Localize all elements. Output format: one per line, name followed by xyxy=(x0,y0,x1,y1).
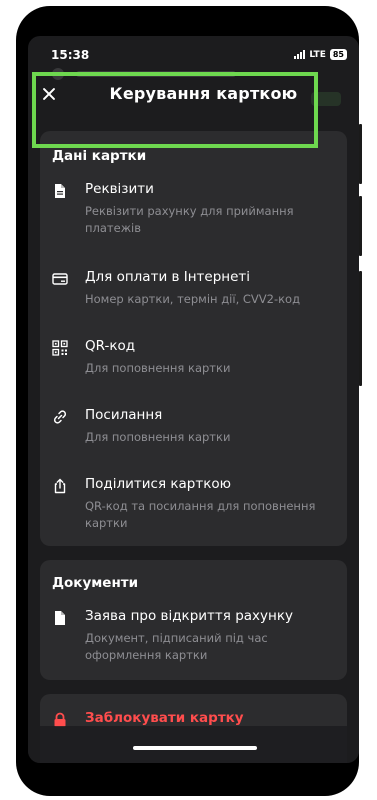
battery-icon: 85 xyxy=(329,49,347,60)
documents-section: Документи Заява про відкриття рахунку До… xyxy=(40,560,347,680)
home-indicator[interactable] xyxy=(133,746,257,750)
card-details-section: Дані картки Реквізити Реквізити рахунку … xyxy=(40,131,347,546)
menu-item-qr-code[interactable]: QR-код Для поповнення картки xyxy=(40,338,347,380)
highlight-frame xyxy=(32,72,318,148)
menu-item-label: Реквізити xyxy=(85,181,154,197)
section-title-documents: Документи xyxy=(52,575,139,591)
volume-up-button xyxy=(359,124,362,184)
section-title-card-details: Дані картки xyxy=(52,148,147,164)
document-icon xyxy=(52,183,68,199)
menu-item-description: Номер картки, термін дії, CVV2-код xyxy=(85,292,301,306)
card-icon xyxy=(52,271,68,287)
menu-item-description: Документ, підписаний під час оформлення … xyxy=(85,631,268,662)
menu-item-account-application[interactable]: Заява про відкриття рахунку Документ, пі… xyxy=(40,608,347,668)
network-label: LTE xyxy=(309,49,326,60)
volume-down-button xyxy=(359,196,362,256)
status-indicators: LTE 85 xyxy=(294,49,347,60)
menu-item-label: Заява про відкриття рахунку xyxy=(85,608,293,624)
menu-item-label: Поділитися карткою xyxy=(85,476,232,492)
menu-item-description: QR-код та посилання для поповнення картк… xyxy=(85,499,316,530)
document-icon xyxy=(52,610,68,626)
qr-code-icon xyxy=(52,340,68,356)
menu-item-description: Для поповнення картки xyxy=(85,361,231,375)
side-button xyxy=(359,271,362,331)
status-time: 15:38 xyxy=(51,48,90,62)
bottom-overlay xyxy=(28,726,359,763)
signal-icon xyxy=(294,50,306,59)
menu-item-share-card[interactable]: Поділитися карткою QR-код та посилання д… xyxy=(40,476,347,536)
menu-item-link[interactable]: Посилання Для поповнення картки xyxy=(40,407,347,449)
menu-item-requisites[interactable]: Реквізити Реквізити рахунку для прийманн… xyxy=(40,181,347,241)
power-button xyxy=(359,326,362,386)
menu-item-label: Посилання xyxy=(85,407,163,423)
link-icon xyxy=(52,409,68,425)
menu-item-online-payment[interactable]: Для оплати в Інтернеті Номер картки, тер… xyxy=(40,269,347,311)
menu-item-label: Для оплати в Інтернеті xyxy=(85,269,251,285)
app-screen: 15:38 LTE 85 Керування карткою Дані карт… xyxy=(28,36,359,763)
menu-item-description: Для поповнення картки xyxy=(85,430,231,444)
share-icon xyxy=(52,478,68,494)
menu-item-description: Реквізити рахунку для приймання платежів xyxy=(85,204,294,235)
block-card-label: Заблокувати картку xyxy=(85,710,244,726)
menu-item-label: QR-код xyxy=(85,338,136,354)
